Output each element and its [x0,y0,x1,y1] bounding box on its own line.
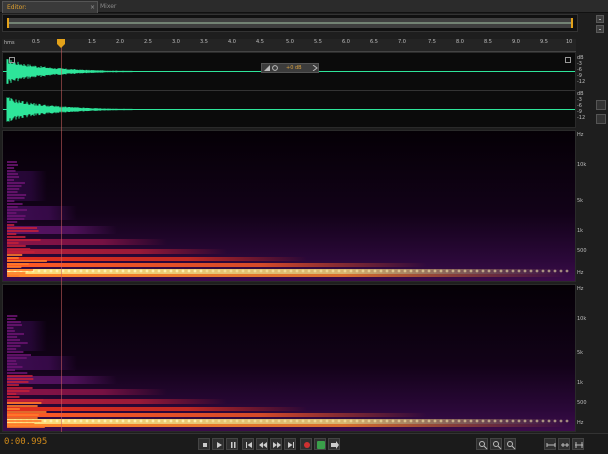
zoom-full-button[interactable] [558,438,570,450]
zoom-out-time-icon [546,443,556,447]
ruler-tick: 4.5 [256,39,264,45]
fast-forward-button[interactable] [270,438,282,450]
play-icon [217,442,222,448]
tab-editor[interactable]: Editor: grenade0_01_(1).wav × [2,1,98,22]
freq-label: 10k [577,316,587,322]
chevron-right-icon [312,65,318,71]
playhead-line [61,40,62,432]
playhead-handle-icon[interactable] [57,39,65,48]
ruler-tick: 7.0 [398,39,406,45]
ruler-tick: 9.5 [540,39,548,45]
ruler-tick: 8.0 [456,39,464,45]
freq-label: 10k [577,162,587,168]
zoom-selection-icon [575,442,583,448]
zoom-out-amp-icon [493,441,502,450]
skip-button[interactable] [328,438,340,450]
zoom-in-amplitude-button[interactable] [476,438,488,450]
ruler-tick: 0.5 [32,39,40,45]
freq-label: Hz [577,132,584,138]
freq-label: 5k [577,198,584,204]
gear-icon [272,65,278,71]
freq-label: Hz [577,286,584,292]
stop-icon [203,443,207,447]
pause-icon [231,442,236,448]
rewind-button[interactable] [256,438,268,450]
time-ruler[interactable]: hms 0.5 1.5 2.0 2.5 3.0 3.5 4.0 4.5 5.0 … [2,39,576,52]
amplitude-scale-right: dB -3 -6 -9 -12 [577,91,591,121]
go-end-button[interactable] [284,438,296,450]
ruler-unit: hms [4,40,15,46]
ruler-tick: 2.5 [144,39,152,45]
spectrogram-left [3,131,575,281]
zoom-full-icon [561,443,569,447]
freq-label: Hz [577,420,584,426]
tab-mixer-label: Mixer [100,3,117,10]
overview-navigator[interactable] [2,14,578,32]
ruler-tick: 9.0 [512,39,520,45]
spectral-display-right[interactable] [2,284,576,432]
freq-label: 500 [577,248,587,254]
freq-label: 1k [577,380,584,386]
document-tab-bar: Editor: grenade0_01_(1).wav × Mixer [0,0,608,22]
play-button[interactable] [212,438,224,450]
pause-button[interactable] [226,438,238,450]
go-end-icon [288,442,294,448]
channel-enable-icon[interactable] [9,57,15,63]
freq-label: 500 [577,400,587,406]
fast-forward-icon [273,442,281,448]
record-icon [304,442,310,448]
hud-gain-value: +0 dB [286,65,302,71]
heads-up-gain-control[interactable]: +0 dB [261,63,319,73]
ruler-tick: 6.0 [342,39,350,45]
spectrogram-right [3,285,575,431]
ruler-tick: 8.5 [484,39,492,45]
current-time-display[interactable]: 0:00.995 [4,437,47,447]
amplitude-scale-left: dB -3 -6 -9 -12 [577,55,591,85]
spectral-display-left[interactable] [2,130,576,282]
ruler-tick: 1.5 [88,39,96,45]
overview-waveform [9,22,571,24]
freq-label: 1k [577,228,584,234]
go-start-icon [246,442,252,448]
ruler-tick: 10 [566,39,573,45]
ruler-tick: 3.0 [172,39,180,45]
tab-mixer[interactable]: Mixer [96,1,134,12]
loop-icon [317,441,325,449]
amp-label: -12 [577,115,586,121]
waveform-channel-right [3,97,575,122]
zoom-in-amp-icon [479,441,488,450]
loop-button[interactable] [314,438,326,450]
panel-menu-icon[interactable] [565,57,571,63]
freq-label: 5k [577,350,584,356]
overview-visible-range[interactable] [7,18,573,28]
amp-label: -12 [577,79,586,85]
zoom-out-time-button[interactable] [544,438,556,450]
vertical-zoom-out-icon[interactable] [596,114,606,124]
zoom-in-time-button[interactable] [504,438,516,450]
ruler-tick: 4.0 [228,39,236,45]
vertical-zoom-in-icon[interactable] [596,100,606,110]
ruler-tick: 2.0 [116,39,124,45]
go-start-button[interactable] [242,438,254,450]
freq-label: Hz [577,270,584,276]
ruler-tick: 3.5 [200,39,208,45]
zoom-in-icon[interactable] [596,25,604,33]
waveform-display[interactable]: +0 dB [2,52,576,128]
ruler-tick: 7.5 [428,39,436,45]
stop-button[interactable] [198,438,210,450]
zoom-in-time-icon [507,441,516,450]
zoom-selection-button[interactable] [572,438,584,450]
skip-icon [331,441,339,449]
level-icon [264,65,270,71]
zoom-out-amplitude-button[interactable] [490,438,502,450]
close-icon[interactable]: × [90,2,95,13]
ruler-tick: 6.5 [370,39,378,45]
rewind-icon [259,442,267,448]
ruler-tick: 5.5 [314,39,322,45]
transport-bar: 0:00.995 [0,433,608,454]
record-button[interactable] [300,438,312,450]
zoom-out-icon[interactable] [596,15,604,23]
ruler-tick: 5.0 [286,39,294,45]
